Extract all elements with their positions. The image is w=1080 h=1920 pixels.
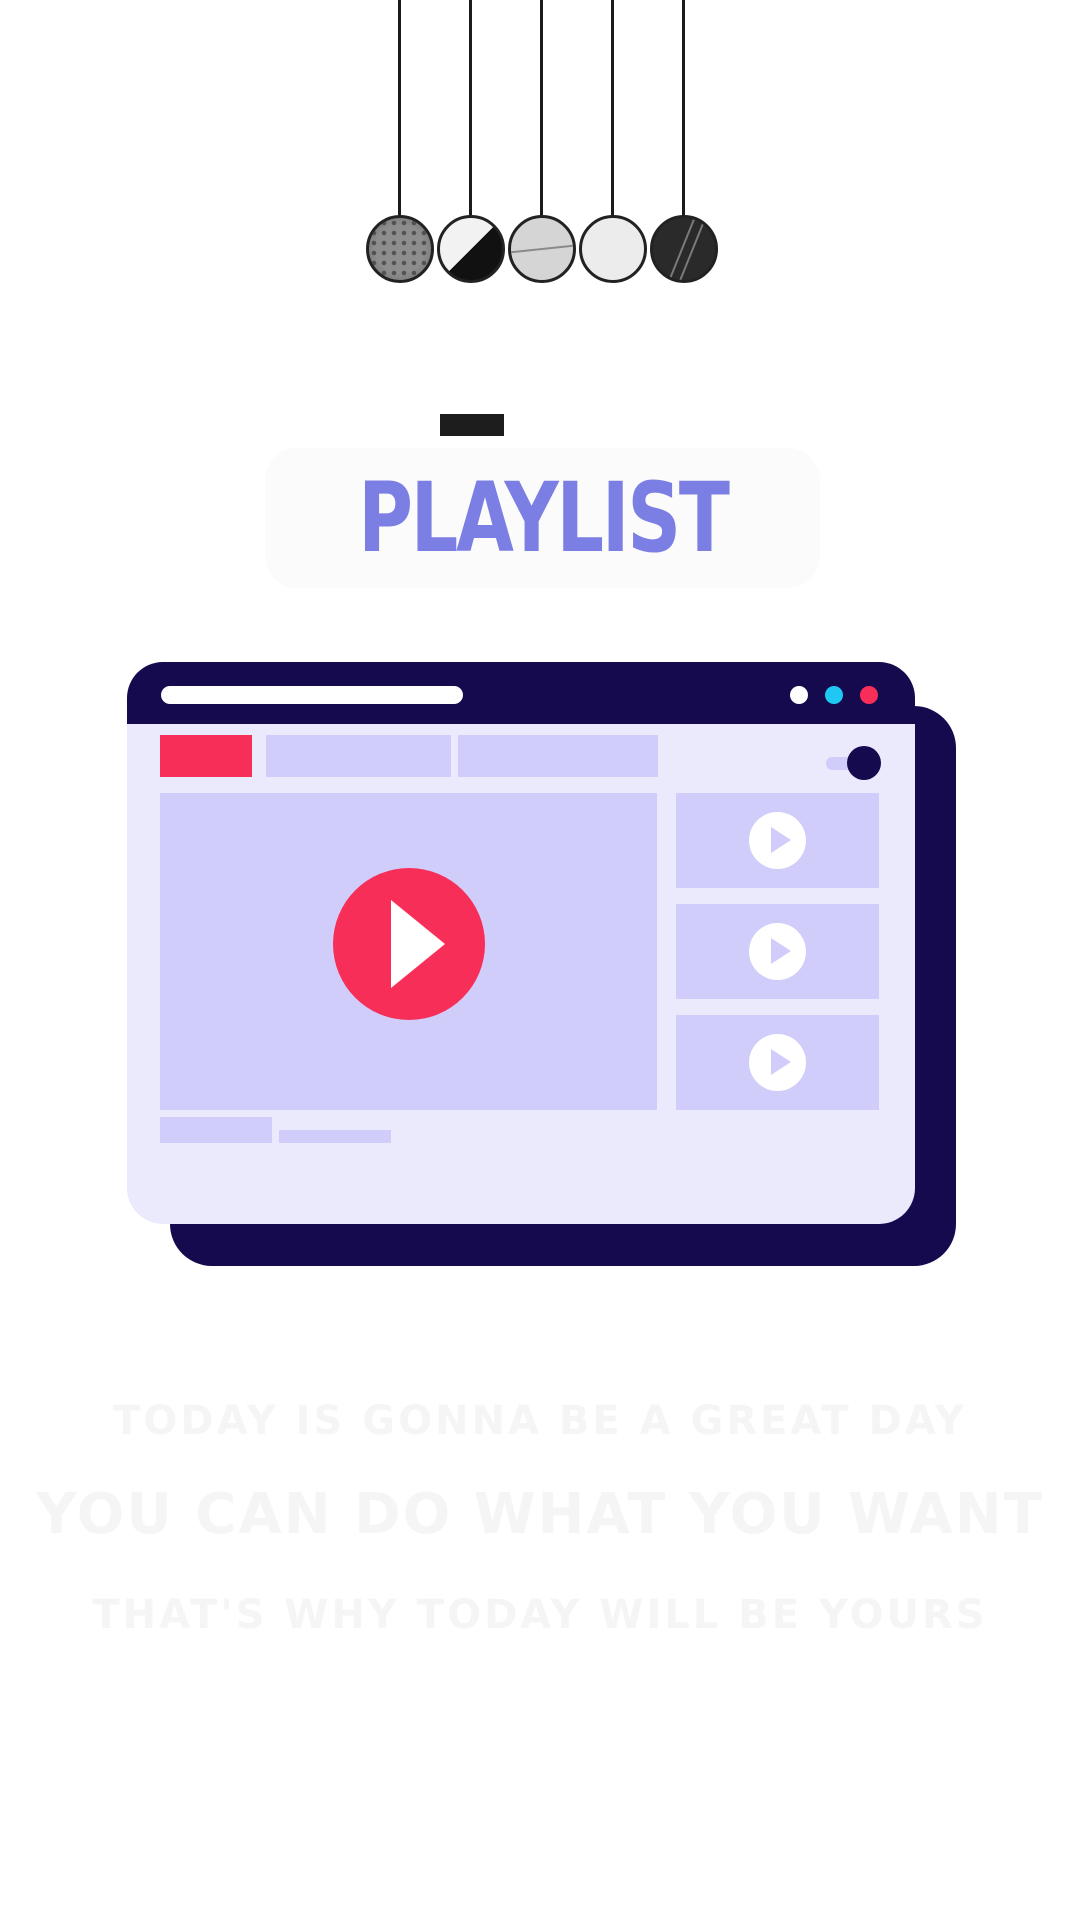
- play-icon[interactable]: [749, 923, 806, 980]
- cradle-ball-split: [437, 215, 505, 283]
- cradle-string: [398, 0, 401, 220]
- cradle-ball-dotted: [366, 215, 434, 283]
- video-meta-placeholder: [279, 1130, 391, 1143]
- tab-active[interactable]: [160, 735, 252, 777]
- playlist-item-2[interactable]: [676, 904, 879, 999]
- window-dot-red[interactable]: [860, 686, 878, 704]
- address-bar[interactable]: [161, 686, 463, 704]
- cradle-string: [611, 0, 614, 220]
- text-line-3: THAT'S WHY TODAY WILL BE YOURS: [92, 1592, 988, 1638]
- play-icon[interactable]: [333, 868, 485, 1020]
- playlist-item-3[interactable]: [676, 1015, 879, 1110]
- playlist-item-1[interactable]: [676, 793, 879, 888]
- video-title-placeholder: [160, 1117, 272, 1143]
- cradle-ball-grey: [508, 215, 576, 283]
- title-dash-decoration: [440, 414, 504, 436]
- play-icon[interactable]: [749, 1034, 806, 1091]
- window-titlebar: [127, 662, 915, 724]
- tab[interactable]: [458, 735, 658, 777]
- tab[interactable]: [266, 735, 451, 777]
- window-dot-white[interactable]: [790, 686, 808, 704]
- cradle-string: [469, 0, 472, 220]
- page-title: PLAYLIST: [357, 462, 730, 574]
- window-dot-cyan[interactable]: [825, 686, 843, 704]
- main-video-player[interactable]: [160, 793, 657, 1110]
- title-pill: PLAYLIST: [265, 448, 820, 588]
- play-icon[interactable]: [749, 812, 806, 869]
- cradle-string: [540, 0, 543, 220]
- text-line-2: YOU CAN DO WHAT YOU WANT: [36, 1482, 1044, 1547]
- cradle-ball-dark: [650, 215, 718, 283]
- toggle-knob[interactable]: [847, 746, 881, 780]
- cradle-ball-light: [579, 215, 647, 283]
- cradle-string: [682, 0, 685, 220]
- video-window: [127, 662, 915, 1224]
- text-line-1: TODAY IS GONNA BE A GREAT DAY: [113, 1398, 967, 1444]
